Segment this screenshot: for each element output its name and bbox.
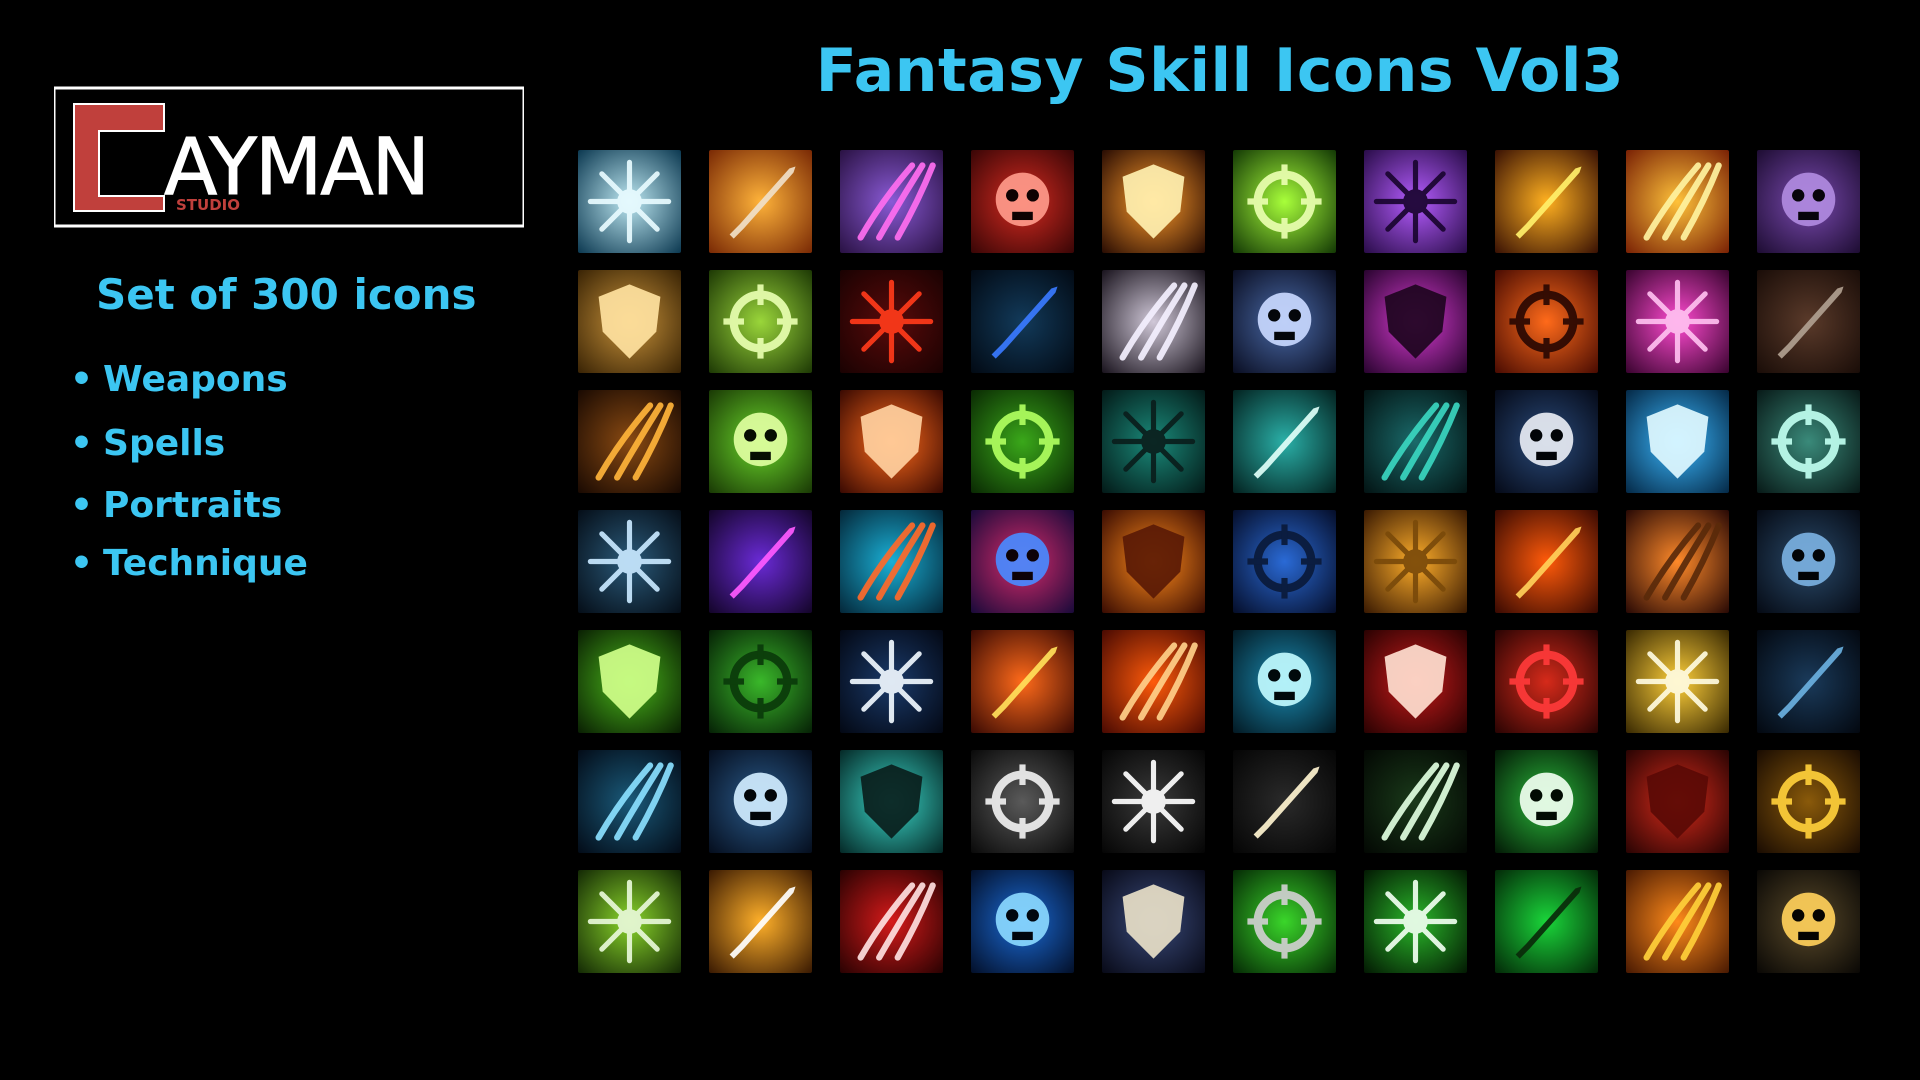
crimson-sword-icon: [840, 870, 943, 973]
target-icon: [1757, 270, 1860, 373]
logo-c-mark: [74, 104, 164, 211]
logo-studio-label: STUDIO: [176, 196, 240, 214]
screaming-skull-icon: [1102, 870, 1205, 973]
green-blade-icon: [1233, 150, 1336, 253]
green-arrow-burst-icon: [1495, 870, 1598, 973]
goblin-portrait-icon: [971, 510, 1074, 613]
storm-star-icon: [1757, 510, 1860, 613]
sun-target-icon: [1626, 630, 1729, 733]
claw-slash-icon: [971, 150, 1074, 253]
feature-label-portraits: Portraits: [103, 485, 283, 526]
skull-icon: [709, 150, 812, 253]
ice-wing-icon: [1626, 390, 1729, 493]
icon-count-subtitle: Set of 300 icons: [96, 270, 477, 319]
grinning-skull-icon: [1495, 390, 1598, 493]
horned-helm-icon: [1757, 870, 1860, 973]
triple-arrow-bow-icon: [1233, 750, 1336, 853]
red-shield-icon: [1626, 750, 1729, 853]
green-slash-icon: [709, 390, 812, 493]
lightning-lance-icon: [1233, 630, 1336, 733]
vortex-icon: [709, 630, 812, 733]
knight-helm-icon: [1626, 510, 1729, 613]
logo: AYMAN STUDIO: [52, 86, 526, 230]
claw-grip-icon: [578, 390, 681, 493]
golden-cross-icon: [1626, 870, 1729, 973]
feature-item: • Weapons: [70, 362, 288, 398]
feature-item: • Spells: [70, 426, 225, 462]
page-title: Fantasy Skill Icons Vol3: [815, 36, 1625, 106]
golden-shield-icon: [1364, 510, 1467, 613]
bat-swarm-icon: [1364, 150, 1467, 253]
bullet-icon: •: [70, 359, 94, 400]
fox-mask-icon: [1102, 510, 1205, 613]
feature-item: • Technique: [70, 546, 308, 582]
feature-item: • Portraits: [70, 488, 282, 524]
feature-label-weapons: Weapons: [103, 359, 288, 400]
paw-print-icon: [1102, 390, 1205, 493]
blood-drops-icon: [840, 270, 943, 373]
ghost-bats-icon: [840, 750, 943, 853]
moon-strike-icon: [1757, 390, 1860, 493]
bullet-icon: •: [70, 543, 94, 584]
silver-spear-icon: [971, 750, 1074, 853]
feature-label-technique: Technique: [103, 543, 308, 584]
flaming-skull-icon: [840, 390, 943, 493]
triple-swords-icon: [1102, 750, 1205, 853]
bow-icon: [1364, 750, 1467, 853]
wave-icon: [578, 510, 681, 613]
ice-crack-icon: [1757, 630, 1860, 733]
fire-pillar-icon: [1495, 510, 1598, 613]
frost-claw-icon: [971, 870, 1074, 973]
icon-grid: [578, 150, 1860, 990]
zombie-hand-icon: [1364, 390, 1467, 493]
cursed-sword-icon: [1364, 270, 1467, 373]
blood-fangs-icon: [1364, 630, 1467, 733]
golden-comet-icon: [1757, 750, 1860, 853]
sapphire-icon: [971, 270, 1074, 373]
green-eyed-skull-icon: [1233, 870, 1336, 973]
purple-claw-icon: [1757, 150, 1860, 253]
fire-sword-icon: [1495, 270, 1598, 373]
pink-axe-icon: [1626, 270, 1729, 373]
sword-strike-icon: [1102, 150, 1205, 253]
comet-icon: [1495, 150, 1598, 253]
tidal-wave-icon: [578, 750, 681, 853]
flame-sword-icon: [709, 870, 812, 973]
dragon-claw-icon: [840, 510, 943, 613]
demon-face-icon: [840, 150, 943, 253]
poison-sword-icon: [578, 870, 681, 973]
green-scythe-icon: [1364, 870, 1467, 973]
haunted-tree-icon: [1495, 750, 1598, 853]
flame-maw-icon: [971, 630, 1074, 733]
swift-boot-icon: [709, 510, 812, 613]
green-arrows-icon: [971, 390, 1074, 493]
wind-slash-icon: [709, 750, 812, 853]
shooting-stars-icon: [840, 630, 943, 733]
bullet-icon: •: [70, 485, 94, 526]
golden-wing-icon: [1626, 150, 1729, 253]
feature-label-spells: Spells: [103, 423, 226, 464]
dark-helm-icon: [1233, 270, 1336, 373]
green-explosion-icon: [578, 630, 681, 733]
blood-potion-icon: [1495, 630, 1598, 733]
bullet-icon: •: [70, 423, 94, 464]
fire-whirl-icon: [1102, 630, 1205, 733]
shuriken-icon: [578, 270, 681, 373]
wolf-mask-icon: [1233, 510, 1336, 613]
green-shuriken-icon: [709, 270, 812, 373]
frost-burst-icon: [578, 150, 681, 253]
clayman-studio-logo: AYMAN STUDIO: [52, 86, 526, 228]
meteor-icon: [1102, 270, 1205, 373]
sleep-scythe-icon: [1233, 390, 1336, 493]
